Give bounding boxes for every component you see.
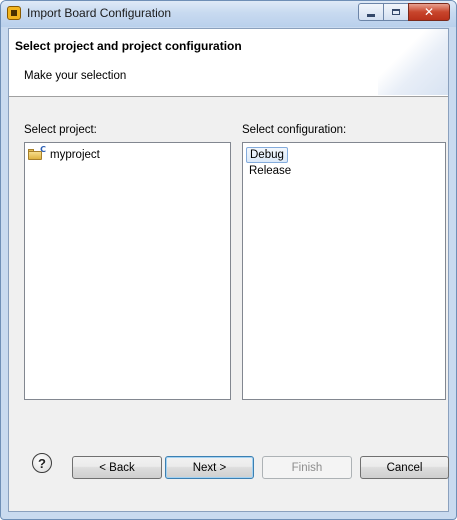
list-item-label: myproject: [50, 148, 100, 161]
list-item-debug[interactable]: Debug: [246, 147, 288, 163]
back-button[interactable]: < Back: [72, 456, 162, 479]
c-project-folder-icon: C: [28, 145, 46, 161]
select-project-label: Select project:: [24, 124, 97, 136]
configuration-list[interactable]: Debug Release: [242, 142, 446, 400]
dialog-window: Import Board Configuration ✕ Select proj…: [0, 0, 457, 520]
dialog-client-area: Select project and project configuration…: [8, 28, 449, 512]
project-list[interactable]: C myproject: [24, 142, 231, 400]
app-icon: [7, 6, 21, 20]
page-subtitle: Make your selection: [24, 70, 127, 82]
minimize-icon: [367, 13, 375, 17]
header-banner-graphic: [378, 29, 448, 95]
wizard-header: Select project and project configuration…: [9, 29, 448, 97]
title-bar[interactable]: Import Board Configuration ✕: [1, 1, 456, 27]
page-title: Select project and project configuration: [15, 39, 242, 53]
caption-buttons: ✕: [358, 3, 450, 23]
minimize-button[interactable]: [358, 3, 383, 21]
finish-button[interactable]: Finish: [262, 456, 352, 479]
close-button[interactable]: ✕: [408, 3, 450, 21]
window-title: Import Board Configuration: [27, 6, 172, 20]
select-configuration-label: Select configuration:: [242, 124, 347, 136]
list-item-release[interactable]: Release: [246, 164, 294, 180]
maximize-button[interactable]: [383, 3, 408, 21]
maximize-icon: [392, 9, 400, 15]
next-button[interactable]: Next >: [165, 456, 254, 479]
help-icon: ?: [38, 455, 46, 471]
list-item-myproject[interactable]: C myproject: [28, 145, 103, 163]
close-icon: ✕: [423, 5, 435, 19]
cancel-button[interactable]: Cancel: [360, 456, 449, 479]
help-button[interactable]: ?: [32, 453, 52, 473]
